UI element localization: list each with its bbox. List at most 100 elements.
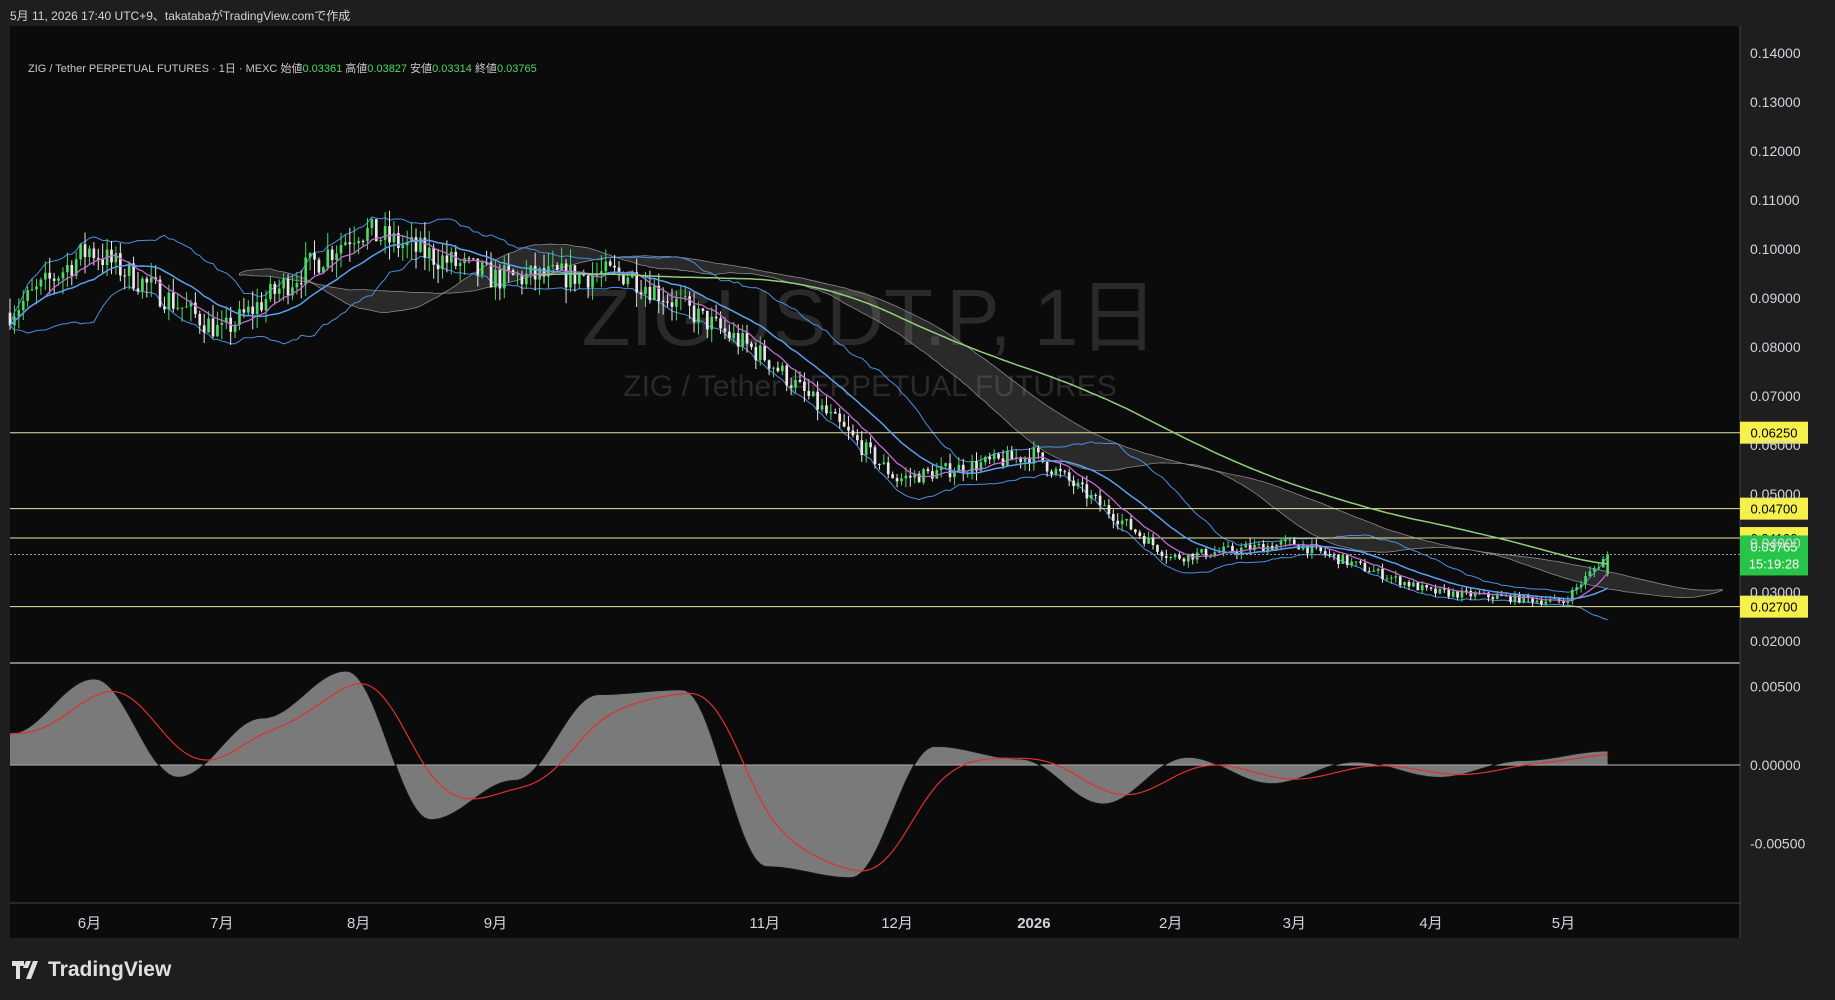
- candle: [833, 408, 837, 414]
- candle-body: [246, 306, 250, 313]
- candle-body: [1164, 556, 1168, 558]
- candle-body: [348, 242, 352, 245]
- candle-body: [1182, 558, 1186, 562]
- candle: [1270, 542, 1274, 551]
- candle-body: [1350, 561, 1353, 565]
- candle-body: [1535, 600, 1539, 603]
- candle: [392, 221, 396, 253]
- candle-body: [1354, 561, 1358, 563]
- candle-body: [83, 244, 87, 258]
- candle: [1248, 538, 1252, 555]
- candle-body: [1597, 567, 1601, 569]
- candle: [114, 246, 118, 275]
- candle-body: [1495, 595, 1499, 599]
- candle-body: [1098, 495, 1102, 506]
- candle-body: [529, 265, 533, 274]
- candle: [171, 278, 175, 313]
- candle: [260, 292, 263, 313]
- watermark: ZIGUSDT.P, 1日 ZIG / Tether PERPETUAL FUT…: [582, 273, 1158, 403]
- candle-body: [1584, 576, 1587, 585]
- candle-body: [900, 478, 903, 482]
- candle: [467, 256, 471, 264]
- candle-body: [48, 272, 52, 279]
- price-axis[interactable]: 0.14000 0.13000 0.12000 0.11000 0.10000 0.090…: [1750, 45, 1805, 851]
- candle-body: [445, 255, 449, 263]
- price-tick: 0.14000: [1750, 45, 1801, 61]
- candle-body: [639, 292, 643, 295]
- candle-body: [507, 265, 511, 271]
- candle: [886, 456, 890, 479]
- candle-body: [414, 236, 418, 252]
- candle-body: [1142, 536, 1146, 544]
- candle-body: [692, 305, 696, 323]
- candle: [1063, 469, 1067, 475]
- candle: [458, 259, 462, 282]
- price-tick: 0.06000: [1750, 437, 1801, 453]
- candle: [1089, 489, 1093, 505]
- candle-body: [30, 289, 34, 291]
- price-tick: 0.05000: [1750, 486, 1801, 502]
- candle: [21, 290, 25, 321]
- candle-body: [1120, 520, 1124, 525]
- candle-body: [860, 440, 864, 455]
- candle-body: [908, 475, 912, 478]
- candle-body: [357, 240, 360, 244]
- candle-body: [953, 472, 956, 478]
- horizontal-levels[interactable]: 0.062500.047000.041000.027000.0376515:19…: [10, 421, 1808, 618]
- candle: [379, 238, 383, 246]
- watermark-line1: ZIGUSDT.P, 1日: [582, 273, 1158, 362]
- candle: [198, 310, 202, 334]
- candle-body: [992, 453, 996, 460]
- candle-body: [194, 302, 197, 314]
- candle-body: [732, 333, 736, 339]
- candle-body: [604, 261, 608, 272]
- candle: [427, 231, 431, 272]
- candle-body: [745, 332, 749, 344]
- candle-body: [904, 475, 908, 479]
- candle-body: [1032, 448, 1036, 464]
- candle-body: [1156, 545, 1159, 552]
- candle: [1456, 590, 1459, 600]
- candle: [1067, 468, 1071, 487]
- price-chart-svg[interactable]: ZIGUSDT.P, 1日 ZIG / Tether PERPETUAL FUT…: [0, 0, 1835, 1000]
- candle: [882, 454, 886, 465]
- candle-body: [847, 426, 850, 431]
- candle-body: [569, 265, 572, 288]
- candle: [119, 243, 122, 282]
- candle: [313, 240, 316, 276]
- candle: [1006, 445, 1009, 467]
- candle-body: [1544, 601, 1548, 604]
- candle-body: [613, 265, 616, 268]
- time-tick: 2月: [1159, 915, 1182, 932]
- candle: [931, 463, 934, 482]
- candle-body: [454, 251, 458, 267]
- candle-body: [851, 430, 855, 436]
- macd-area: [10, 670, 1608, 878]
- candle-body: [988, 457, 992, 460]
- candle: [229, 306, 232, 345]
- candle-body: [379, 239, 383, 242]
- candle: [1103, 500, 1106, 507]
- tradingview-logo[interactable]: TradingView: [12, 958, 171, 982]
- candle: [1182, 557, 1186, 566]
- candle-body: [714, 316, 718, 319]
- candle: [176, 293, 180, 311]
- candle: [1072, 475, 1075, 495]
- candle-body: [1129, 519, 1133, 530]
- candle-body: [185, 306, 188, 308]
- candle-body: [176, 307, 180, 309]
- candle-body: [1200, 549, 1203, 553]
- candle: [1125, 518, 1128, 527]
- candle-body: [811, 391, 815, 396]
- candle-body: [560, 263, 563, 270]
- candle: [1164, 549, 1168, 564]
- time-axis[interactable]: 6月 7月 8月 9月 11月 12月 2026 2月 3月 4月 5月: [78, 915, 1575, 932]
- candle-body: [61, 272, 65, 279]
- candle: [1376, 567, 1380, 575]
- candle: [326, 232, 330, 271]
- candle: [145, 276, 149, 298]
- candle-body: [255, 302, 259, 314]
- candle: [1032, 441, 1036, 471]
- candle: [948, 453, 952, 482]
- candle: [52, 273, 56, 295]
